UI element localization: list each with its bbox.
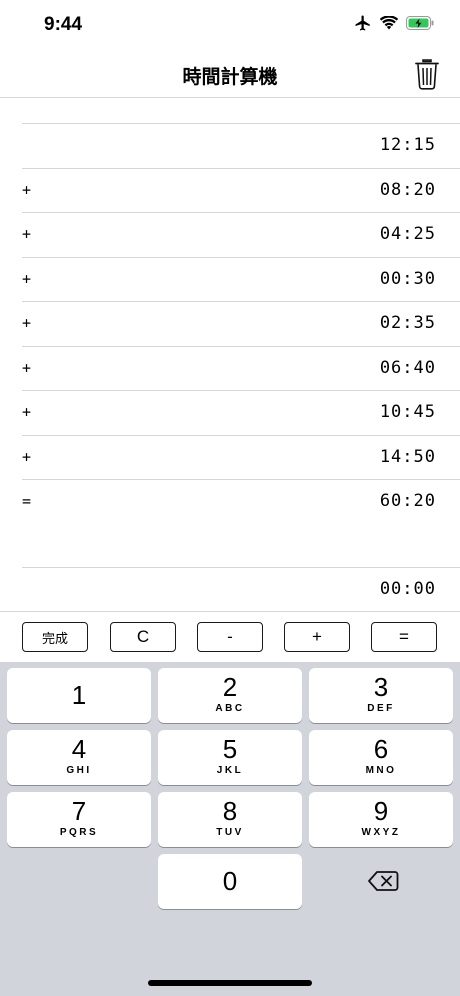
row-value: 04:25 <box>379 224 436 244</box>
key-number: 8 <box>222 796 238 826</box>
row-value: 14:50 <box>379 446 436 467</box>
nav-bar: 時間計算機 <box>0 50 460 98</box>
key-number: 3 <box>373 672 389 702</box>
row-value: 06:40 <box>379 357 436 378</box>
list-item: + 06:40 <box>22 345 460 391</box>
key-9[interactable]: 9 WXYZ <box>309 792 453 847</box>
key-2[interactable]: 2 ABC <box>158 668 302 723</box>
key-number: 4 <box>71 734 87 764</box>
page-title: 時間計算機 <box>182 66 278 88</box>
key-letters: PQRS <box>59 827 99 838</box>
equals-button[interactable]: = <box>371 622 437 652</box>
key-letters: DEF <box>367 703 395 714</box>
list-item: + 10:45 <box>22 390 460 435</box>
trash-button[interactable] <box>414 58 440 90</box>
result-row: = 60:20 <box>22 479 460 524</box>
key-letters: MNO <box>365 765 397 776</box>
key-number: 1 <box>71 680 87 710</box>
done-button[interactable]: 完成 <box>22 622 88 652</box>
row-operator: + <box>22 314 32 332</box>
list-item: + 08:20 <box>22 167 460 213</box>
key-number: 5 <box>222 734 238 764</box>
wifi-icon <box>380 16 398 30</box>
key-7[interactable]: 7 PQRS <box>7 792 151 847</box>
key-0[interactable]: 0 <box>158 854 302 909</box>
list-item: + 04:25 <box>22 212 460 257</box>
minus-button[interactable]: - <box>197 622 263 652</box>
battery-charging-icon <box>406 16 434 30</box>
key-letters: ABC <box>215 703 245 714</box>
row-operator: + <box>22 403 32 421</box>
list-item: + 02:35 <box>22 301 460 346</box>
key-letters: GHI <box>66 765 92 776</box>
row-operator: + <box>22 225 32 243</box>
delete-backspace-icon <box>368 871 399 891</box>
key-number: 9 <box>373 796 389 826</box>
calculation-list: 12:15 + 08:20 + 04:25 + 00:30 + 02:35 + … <box>22 123 460 524</box>
result-value: 60:20 <box>379 491 436 511</box>
status-bar: 9:44 <box>0 0 460 50</box>
key-number: 7 <box>71 796 87 826</box>
key-letters: JKL <box>216 765 244 776</box>
trash-icon <box>415 59 439 90</box>
row-value: 02:35 <box>379 313 436 333</box>
plus-button[interactable]: + <box>284 622 350 652</box>
list-item: + 00:30 <box>22 256 460 302</box>
row-value: 12:15 <box>379 135 436 155</box>
key-5[interactable]: 5 JKL <box>158 730 302 785</box>
key-number: 2 <box>222 672 238 702</box>
row-value: 10:45 <box>379 402 436 422</box>
row-operator: + <box>22 180 32 199</box>
clear-button[interactable]: C <box>110 622 176 652</box>
input-value: 00:00 <box>379 579 436 599</box>
row-operator: + <box>22 447 32 466</box>
home-indicator[interactable] <box>148 980 312 986</box>
time-input-field[interactable]: 00:00 <box>22 567 460 611</box>
airplane-icon <box>355 15 370 31</box>
key-8[interactable]: 8 TUV <box>158 792 302 847</box>
row-value: 00:30 <box>379 268 436 289</box>
key-letters: TUV <box>216 827 244 838</box>
row-operator: + <box>22 269 32 288</box>
list-item: + 14:50 <box>22 434 460 480</box>
key-letters: WXYZ <box>361 827 401 838</box>
key-1[interactable]: 1 <box>7 668 151 723</box>
key-3[interactable]: 3 DEF <box>309 668 453 723</box>
status-icons <box>354 14 434 32</box>
row-operator: = <box>22 492 32 510</box>
key-4[interactable]: 4 GHI <box>7 730 151 785</box>
key-number: 6 <box>373 734 389 764</box>
operator-toolbar: 完成 C - + = <box>0 612 460 662</box>
row-operator: + <box>22 358 32 377</box>
status-time: 9:44 <box>44 14 83 35</box>
row-value: 08:20 <box>379 179 436 200</box>
key-number: 0 <box>222 866 238 896</box>
delete-key[interactable] <box>367 870 399 892</box>
key-6[interactable]: 6 MNO <box>309 730 453 785</box>
list-item: 12:15 <box>22 123 460 168</box>
